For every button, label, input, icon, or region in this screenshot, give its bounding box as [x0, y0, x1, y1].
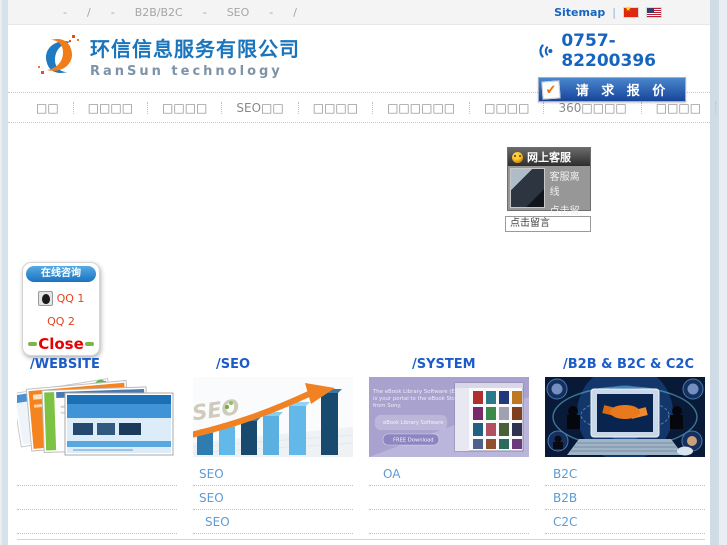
- svg-text:eBook Library Software: eBook Library Software: [383, 420, 443, 426]
- green-dash-icon: [28, 342, 37, 346]
- topbar-right: Sitemap |: [554, 5, 710, 19]
- green-dash-icon: [85, 342, 94, 346]
- website-heading[interactable]: /WEBSITE: [17, 357, 177, 375]
- main-area: 网上客服 客服离线 点击留言 点击留言 在线咨询 QQ 1: [8, 123, 710, 544]
- topbar-link[interactable]: -: [111, 6, 115, 19]
- system-links: OA: [369, 462, 529, 534]
- header: 环信信息服务有限公司 RanSun technology 0757-822003…: [8, 25, 710, 102]
- close-panel-button[interactable]: Close: [38, 335, 84, 353]
- topbar-links: - / - B2B/B2C - SEO - /: [8, 6, 297, 19]
- b2b-link-3[interactable]: C2C: [545, 510, 705, 534]
- nav-item-10[interactable]: □□□□: [715, 101, 727, 114]
- website-links: [17, 462, 177, 534]
- content-area: - / - B2B/B2C - SEO - / Sitemap | ★ 环信信息…: [8, 0, 717, 545]
- nav-item-seo[interactable]: SEO□□: [221, 101, 297, 114]
- b2b-link-1[interactable]: B2C: [545, 462, 705, 486]
- topbar-link-b2b[interactable]: B2B/B2C: [135, 6, 183, 19]
- sitemap-link[interactable]: Sitemap: [554, 6, 605, 19]
- seo-chart-image[interactable]: SEO: [193, 377, 353, 457]
- nav-item-9[interactable]: □□□□: [640, 101, 715, 114]
- customer-service-widget: 网上客服 客服离线 点击留言: [507, 147, 591, 232]
- logo-swirl-icon: [38, 35, 79, 74]
- ecommerce-computer-image[interactable]: [545, 377, 705, 457]
- top-utility-bar: - / - B2B/B2C - SEO - / Sitemap |: [8, 0, 710, 25]
- header-right: 0757-82200396 ✔ 请 求 报 价: [538, 31, 698, 102]
- b2b-links: B2C B2B C2C: [545, 462, 705, 534]
- column-system: /SYSTEM The eBook Library Software (EBL)…: [369, 357, 529, 534]
- website-link-3[interactable]: [17, 510, 177, 534]
- seo-heading[interactable]: /SEO: [193, 357, 353, 375]
- usa-flag-icon[interactable]: [646, 6, 662, 18]
- svg-text:The eBook Library Software (EB: The eBook Library Software (EBL): [372, 389, 464, 395]
- company-name-chinese: 环信信息服务有限公司: [90, 37, 300, 61]
- phone-icon: [539, 44, 553, 58]
- system-heading[interactable]: /SYSTEM: [369, 357, 529, 375]
- nav-item-1[interactable]: □□: [22, 102, 73, 114]
- topbar-link[interactable]: -: [203, 6, 207, 19]
- page-right-margin: [710, 0, 719, 545]
- nav-item-2[interactable]: □□□□: [72, 101, 147, 114]
- nav-item-5[interactable]: □□□□: [297, 101, 372, 114]
- column-b2b: /B2B & B2C & C2C B2C B2B C2C: [545, 357, 705, 534]
- b2b-link-2[interactable]: B2B: [545, 486, 705, 510]
- system-link-2[interactable]: [369, 486, 529, 510]
- qq2-label: QQ 2: [47, 315, 75, 328]
- qq-messenger-icon: [37, 291, 53, 306]
- website-link-1[interactable]: [17, 462, 177, 486]
- customer-service-header: 网上客服: [508, 148, 590, 166]
- svg-text:is your portal to the eBook St: is your portal to the eBook Store: [373, 396, 461, 402]
- qq-contact-2[interactable]: QQ 2: [23, 315, 99, 328]
- footer-divider: [17, 539, 705, 540]
- topbar-link-seo[interactable]: SEO: [227, 6, 250, 19]
- qq-contact-1[interactable]: QQ 1: [23, 291, 99, 306]
- topbar-separator: |: [612, 5, 616, 19]
- phone-row: 0757-82200396: [538, 31, 698, 71]
- company-name-english: RanSun technology: [90, 64, 283, 79]
- request-quote-button[interactable]: ✔ 请 求 报 价: [538, 77, 686, 102]
- service-status-text: 客服离线: [549, 172, 580, 198]
- column-website: /WEBSITE: [17, 357, 177, 534]
- request-quote-label: 请 求 报 价: [575, 84, 670, 99]
- online-consult-title: 在线咨询: [26, 266, 96, 282]
- svg-text:from Sony.: from Sony.: [373, 403, 402, 409]
- seo-links: SEO SEO SEO: [193, 462, 353, 534]
- seo-link-1[interactable]: SEO: [193, 462, 353, 486]
- svg-text:FREE Download: FREE Download: [393, 438, 434, 444]
- page: - / - B2B/B2C - SEO - / Sitemap | ★ 环信信息…: [0, 0, 727, 545]
- agent-photo: [510, 168, 545, 208]
- nav-item-3[interactable]: □□□□: [147, 101, 221, 114]
- customer-service-title: 网上客服: [527, 151, 571, 164]
- online-consult-panel: 在线咨询 QQ 1 QQ 2 Close: [22, 262, 100, 356]
- smiley-icon: [512, 151, 523, 163]
- leave-message-box[interactable]: 点击留言: [505, 216, 591, 232]
- checkbox-pencil-icon: ✔: [541, 79, 561, 100]
- nav-item-360[interactable]: 360□□□□: [543, 101, 640, 114]
- service-columns: /WEBSITE /SEO SEO SEO SEO SEO /SYSTEM Th…: [17, 357, 705, 534]
- china-flag-icon[interactable]: [623, 5, 639, 18]
- nav-item-6[interactable]: □□□□□□: [372, 101, 469, 114]
- phone-number: 0757-82200396: [561, 31, 656, 71]
- qq1-label: QQ 1: [56, 292, 85, 305]
- b2b-heading[interactable]: /B2B & B2C & C2C: [545, 357, 705, 375]
- column-seo: /SEO SEO SEO SEO SEO: [193, 357, 353, 534]
- topbar-link[interactable]: /: [293, 6, 297, 19]
- ebook-software-image[interactable]: The eBook Library Software (EBL) is your…: [369, 377, 529, 457]
- nav-item-7[interactable]: □□□□: [469, 101, 543, 114]
- topbar-link[interactable]: -: [269, 6, 273, 19]
- company-logo: 环信信息服务有限公司 RanSun technology: [36, 33, 300, 79]
- seo-link-2[interactable]: SEO: [193, 486, 353, 510]
- topbar-link[interactable]: /: [87, 6, 91, 19]
- websites-collage-image[interactable]: [17, 377, 177, 457]
- system-link-1[interactable]: OA: [369, 462, 529, 486]
- logo-text: 环信信息服务有限公司 RanSun technology: [90, 33, 300, 79]
- system-link-3[interactable]: [369, 510, 529, 534]
- seo-link-3[interactable]: SEO: [193, 510, 353, 534]
- topbar-link[interactable]: -: [63, 6, 67, 19]
- qq-close-row: Close: [23, 335, 99, 353]
- website-link-2[interactable]: [17, 486, 177, 510]
